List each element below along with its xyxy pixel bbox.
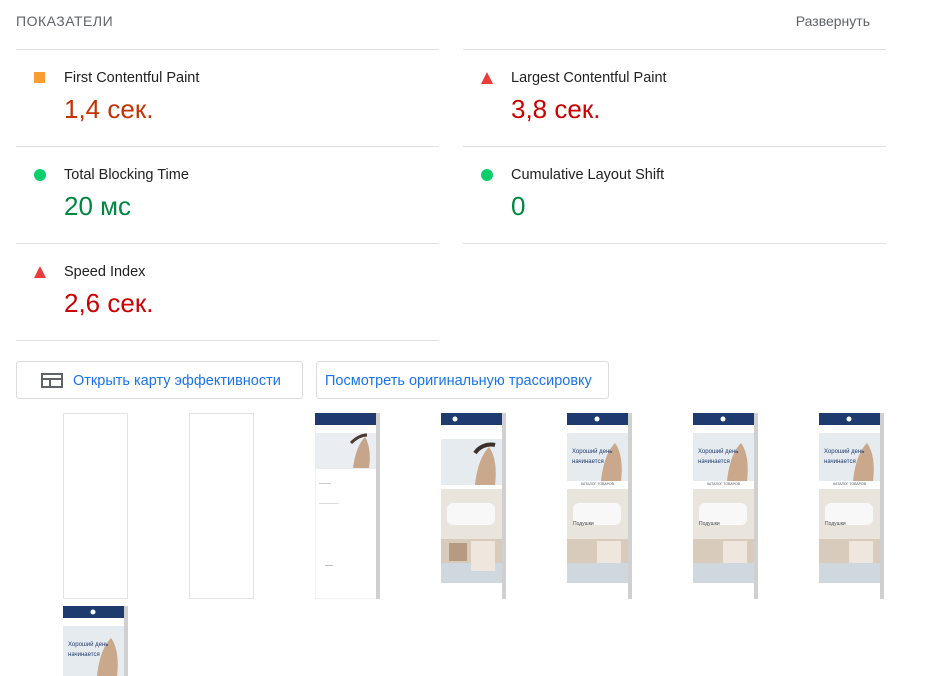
metric-label: Largest Contentful Paint: [511, 70, 667, 86]
metric-cumulative-layout-shift: Cumulative Layout Shift 0: [463, 146, 886, 244]
metric-largest-contentful-paint: Largest Contentful Paint 3,8 сек.: [463, 49, 886, 146]
filmstrip-frame: [315, 413, 380, 599]
pass-circle-icon: [34, 169, 46, 181]
svg-text:Подушки: Подушки: [573, 521, 594, 527]
svg-text:начинается: начинается: [572, 459, 604, 465]
svg-text:начинается: начинается: [698, 459, 730, 465]
svg-text:Хороший день: Хороший день: [572, 448, 612, 455]
metric-value: 20 мс: [64, 191, 132, 221]
metric-total-blocking-time: Total Blocking Time 20 мс: [16, 146, 439, 243]
fail-triangle-icon: [481, 72, 493, 84]
svg-text:начинается: начинается: [68, 652, 100, 658]
metric-label: First Contentful Paint: [64, 70, 200, 86]
filmstrip-frame: [189, 413, 254, 599]
filmstrip-frame: Хороший день начинается КАТАЛОГ ТОВАРОВ …: [819, 413, 884, 599]
metric-speed-index: Speed Index 2,6 сек.: [16, 243, 439, 341]
average-square-icon: [34, 72, 46, 84]
metric-value: 0: [511, 191, 526, 221]
open-treemap-label: Открыть карту эффективности: [73, 373, 281, 389]
metric-first-contentful-paint: First Contentful Paint 1,4 сек.: [16, 49, 439, 146]
expand-toggle[interactable]: Развернуть: [796, 13, 870, 29]
svg-text:Хороший день: Хороший день: [698, 448, 738, 455]
treemap-icon: [41, 373, 63, 388]
svg-text:КАТАЛОГ ТОВАРОВ: КАТАЛОГ ТОВАРОВ: [833, 482, 867, 486]
fail-triangle-icon: [34, 266, 46, 278]
section-title: ПОКАЗАТЕЛИ: [16, 13, 114, 29]
view-trace-label: Посмотреть оригинальную трассировку: [325, 373, 592, 389]
metric-value: 3,8 сек.: [511, 94, 601, 124]
pass-circle-icon: [481, 169, 493, 181]
filmstrip-frame: Хороший день начинается: [63, 606, 128, 676]
svg-text:начинается: начинается: [824, 459, 856, 465]
metric-label: Speed Index: [64, 264, 146, 280]
svg-text:Подушки: Подушки: [825, 521, 846, 527]
filmstrip-frame: Хороший день начинается КАТАЛОГ ТОВАРОВ …: [693, 413, 758, 599]
metrics-header: ПОКАЗАТЕЛИ Развернуть: [16, 12, 886, 32]
metric-label: Total Blocking Time: [64, 167, 189, 183]
svg-text:Подушки: Подушки: [699, 521, 720, 527]
metric-label: Cumulative Layout Shift: [511, 167, 665, 183]
metric-value: 1,4 сек.: [64, 94, 154, 124]
view-original-trace-button[interactable]: Посмотреть оригинальную трассировку: [316, 361, 609, 399]
filmstrip-frame: [63, 413, 128, 599]
svg-text:КАТАЛОГ ТОВАРОВ: КАТАЛОГ ТОВАРОВ: [707, 482, 741, 486]
svg-text:Хороший день: Хороший день: [824, 448, 864, 455]
filmstrip-frame: [441, 413, 506, 599]
metric-value: 2,6 сек.: [64, 288, 154, 318]
filmstrip-frame: Хороший день начинается КАТАЛОГ ТОВАРОВ …: [567, 413, 632, 599]
svg-text:КАТАЛОГ ТОВАРОВ: КАТАЛОГ ТОВАРОВ: [581, 482, 615, 486]
svg-text:Хороший день: Хороший день: [68, 641, 108, 648]
open-treemap-button[interactable]: Открыть карту эффективности: [16, 361, 303, 399]
